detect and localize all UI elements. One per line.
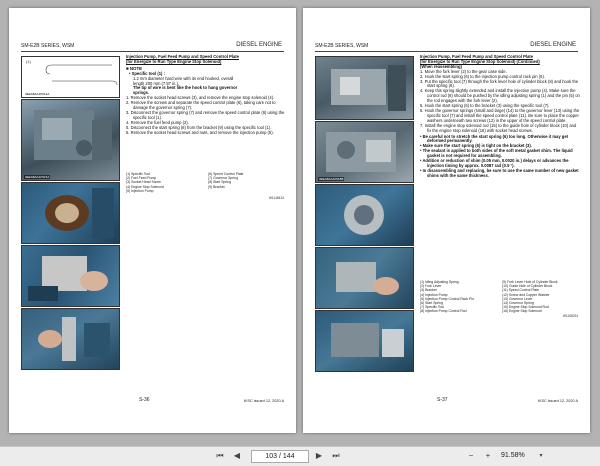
reference-code: W1165034 — [562, 314, 578, 318]
zoom-out-icon[interactable]: − — [464, 450, 478, 462]
header-section: DIESEL ENGINE — [530, 42, 576, 48]
zoom-level: 91.58% — [501, 452, 525, 459]
header-section: DIESEL ENGINE — [236, 42, 282, 48]
zoom-in-icon[interactable]: + — [481, 450, 495, 462]
engine-photo-svg — [344, 195, 384, 235]
next-page-icon[interactable]: ▶ — [312, 450, 326, 462]
caution-bullet: • In disassembling and replacing, be sur… — [420, 167, 579, 178]
page-number-field[interactable]: 103 / 144 — [251, 450, 309, 463]
figure-photo-3 — [21, 182, 120, 244]
parts-legend: (1) Specific Tool (6) Speed Control Plat… — [126, 172, 286, 193]
figure-photo-4 — [21, 245, 120, 307]
step: 6. Remove the socket head screws and nut… — [126, 129, 274, 135]
page-number: S-36 — [139, 397, 150, 403]
page-header: SM-E2B SERIES, WSM DIESEL ENGINE — [315, 42, 578, 52]
instruction-text: Injection Pump, Fuel Feed Pump and Speed… — [126, 54, 286, 136]
engine-photo-svg — [326, 132, 396, 172]
figure-photo-5 — [315, 310, 414, 372]
instruction-text: Injection Pump, Fuel Feed Pump and Speed… — [420, 54, 580, 179]
first-page-icon[interactable]: ⏮ — [213, 450, 227, 462]
legend-item — [208, 189, 286, 193]
svg-text:(1): (1) — [26, 59, 32, 64]
figure-photo-2: 3EEABAA1P018B — [315, 121, 414, 183]
figure-photo-5 — [21, 308, 120, 370]
engine-photo-svg — [331, 323, 404, 357]
zoom-dropdown-icon[interactable]: ▾ — [534, 450, 548, 462]
figure-photo-3 — [315, 184, 414, 246]
engine-photo-svg — [336, 262, 399, 295]
step: 6. Hook the governor springs (small and … — [420, 107, 580, 123]
left-page: SM-E2B SERIES, WSM DIESEL ENGINE (1) 3EE… — [9, 8, 296, 433]
page-header: SM-E2B SERIES, WSM DIESEL ENGINE — [21, 42, 284, 52]
step: 7. Install the engine stop solenoid rod … — [420, 122, 577, 133]
page-display: 103 / 144 — [265, 453, 295, 460]
reference-code: W1148434 — [268, 196, 284, 200]
figure-photo-2: 3EEABAA1P015A — [21, 99, 120, 181]
engine-photo-svg — [34, 110, 112, 160]
issue-date: KISC issued 12, 2020 A — [243, 399, 284, 403]
figure-photo-1 — [315, 56, 414, 120]
prev-page-icon[interactable]: ◀ — [230, 450, 244, 462]
viewer-toolbar: ⏮ ◀ 103 / 144 ▶ ⏭ − + 91.58% ▾ — [0, 446, 600, 466]
legend-item: (16) Engine Stop Solenoid — [502, 309, 542, 314]
legend-item: (5) Injection Pump — [126, 188, 154, 193]
legend-item: (8) Injection Pump Control Rod — [420, 309, 467, 314]
engine-photo-svg — [45, 188, 114, 238]
issue-date: KISC issued 12, 2020 A — [537, 399, 578, 403]
page-number: S-37 — [437, 397, 448, 403]
photo-code: 3EEABAA1P018B — [318, 177, 345, 181]
photo-code: 3EEABAA1P015A — [24, 175, 51, 179]
header-series: SM-E2B SERIES, WSM — [21, 43, 75, 49]
last-page-icon[interactable]: ⏭ — [329, 450, 343, 462]
engine-photo-svg — [331, 65, 406, 111]
right-page: SM-E2B SERIES, WSM DIESEL ENGINE 3EEABAA… — [303, 8, 590, 433]
step: 4. Keep this spring slightly extended an… — [420, 88, 580, 104]
engine-photo-svg — [28, 256, 108, 301]
photo-code: 3EEABAA1P014A — [25, 92, 50, 96]
tool-drawing-svg: (1) — [26, 59, 118, 86]
parts-legend: (1) Idling Adjusting Spring (9) Fork Lev… — [420, 280, 580, 314]
figure-photo-4 — [315, 247, 414, 309]
header-series: SM-E2B SERIES, WSM — [315, 43, 369, 49]
engine-photo-svg — [38, 317, 110, 361]
section-subtitle: (for Energize to Run Type Engine Stop So… — [126, 58, 222, 64]
figure-tool-drawing: (1) 3EEABAA1P014A — [21, 56, 120, 98]
